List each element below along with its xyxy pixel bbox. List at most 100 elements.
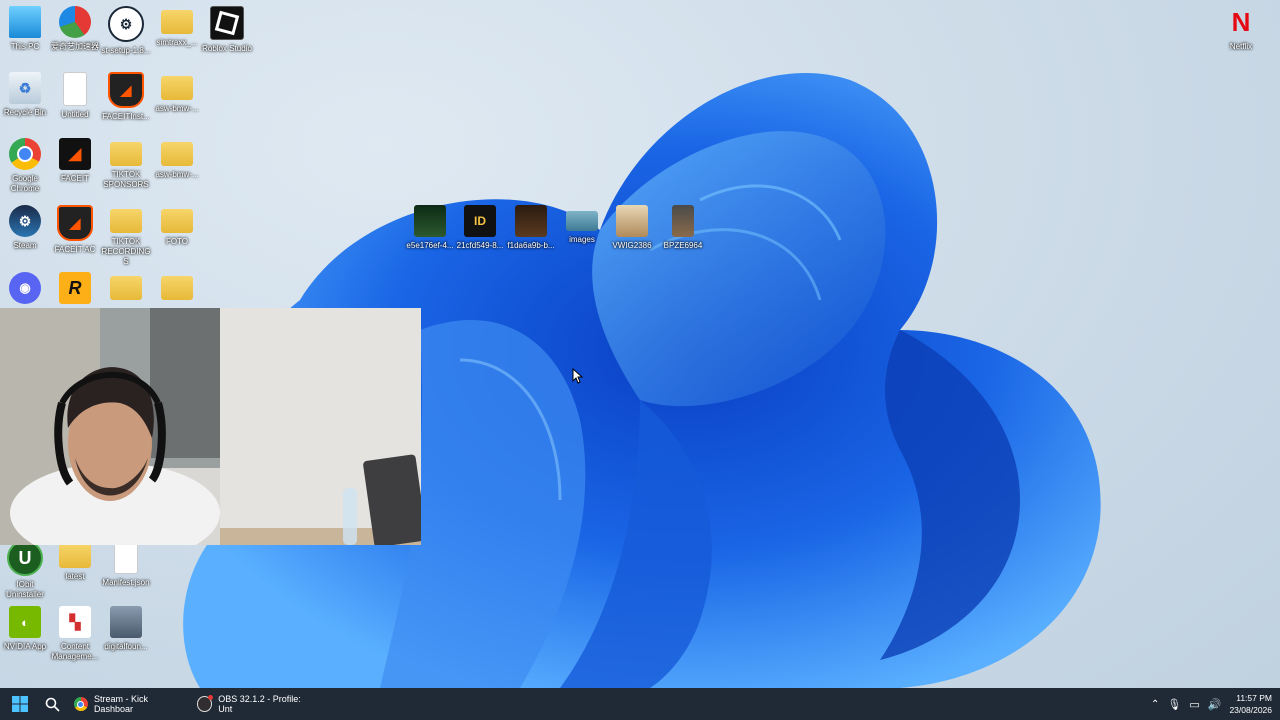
desktop-icon-tiktok-sponsors[interactable]: TIKTOK SPONSORS — [101, 138, 151, 190]
icon-label: Google Chrome — [10, 174, 40, 193]
faceit-icon: ◢ — [59, 138, 91, 170]
image-icon: ID — [464, 205, 496, 237]
icon-label: This PC — [10, 42, 40, 51]
icon-label: Netflix — [1229, 42, 1253, 51]
folder-icon — [161, 142, 193, 166]
desktop-icon-netflix[interactable]: N Netflix — [1216, 6, 1266, 52]
desktop-icon-this-pc[interactable]: This PC — [0, 6, 50, 52]
icon-label: st-setup-1.8... — [101, 46, 151, 55]
folder-icon — [110, 276, 142, 300]
document-icon — [63, 72, 87, 106]
icon-label: f1da6a9b-b... — [507, 241, 555, 250]
folder-icon — [59, 544, 91, 568]
icon-label: IObit Uninstaller — [6, 580, 44, 599]
icon-label: TIKTOK RECORDINGS — [101, 237, 151, 266]
desktop-icon-bpze6964[interactable]: BPZE6964 — [658, 205, 708, 251]
desktop-icon-images[interactable]: images — [557, 205, 607, 245]
desktop-icon-content-manager[interactable]: ▚ Content Manageme... — [50, 606, 100, 662]
clock-time: 11:57 PM — [1236, 693, 1272, 703]
icon-label: asw-bmw-... — [155, 170, 199, 179]
desktop-icon-folder-a[interactable] — [101, 272, 151, 300]
desktop-icon-untitled[interactable]: Untitled — [50, 72, 100, 120]
document-icon — [114, 540, 138, 574]
taskbar-app-chrome[interactable]: Stream - Kick Dashboar — [74, 688, 189, 720]
icon-label: simtraxx_... — [156, 38, 198, 47]
network-icon[interactable]: ▭ — [1189, 698, 1199, 711]
chevron-up-icon[interactable]: ⌃ — [1151, 699, 1159, 710]
webcam-feed — [0, 308, 421, 545]
icon-label: asw-bmw-... — [155, 104, 199, 113]
desktop-icon-manifest-json[interactable]: Manifest.json — [101, 540, 151, 588]
start-button[interactable] — [0, 688, 40, 720]
folder-icon — [110, 142, 142, 166]
desktop-icon-vwig2386[interactable]: VWIG2386 — [607, 205, 657, 251]
image-icon — [672, 205, 694, 237]
steam-setup-icon: ⚙ — [108, 6, 144, 42]
microphone-icon[interactable]: 🎙 — [1167, 698, 1181, 711]
desktop-icon-e5e176ef[interactable]: e5e176ef-4... — [405, 205, 455, 251]
folder-icon — [110, 209, 142, 233]
desktop-icon-steam[interactable]: ⚙ Steam — [0, 205, 50, 251]
desktop-icon-foto[interactable]: FOTO — [152, 205, 202, 247]
folder-icon — [161, 209, 193, 233]
icon-label: NVIDIA App — [3, 642, 47, 651]
desktop-icon-simtraxx[interactable]: simtraxx_... — [152, 6, 202, 48]
icon-label: 21cfd549-8... — [456, 241, 504, 250]
desktop-icon-faceit-ac[interactable]: ◢ FACEIT AC — [50, 205, 100, 255]
desktop-icon-asw-bmw-2[interactable]: asw-bmw-... — [152, 138, 202, 180]
faceit-ac-icon: ◢ — [108, 72, 144, 108]
desktop-icon-steam-setup[interactable]: ⚙ st-setup-1.8... — [101, 6, 151, 56]
steam-icon: ⚙ — [9, 205, 41, 237]
system-tray: ⌃ 🎙 ▭ 🔊 11:57 PM 23/08/2026 — [1151, 688, 1272, 720]
desktop-icon-nvidia-app[interactable]: ◐ NVIDIA App — [0, 606, 50, 652]
obs-icon — [197, 695, 214, 712]
search-icon — [45, 697, 60, 712]
icon-label: latest — [65, 572, 85, 581]
desktop-icon-app[interactable]: 爱奇艺加速器 — [50, 6, 100, 52]
clock[interactable]: 11:57 PM 23/08/2026 — [1229, 692, 1272, 716]
desktop-icon-google-chrome[interactable]: Google Chrome — [0, 138, 50, 194]
desktop-icon-iobit-uninstaller[interactable]: U IObit Uninstaller — [0, 540, 50, 600]
desktop-icon-recycle-bin[interactable]: ♻ Recycle Bin — [0, 72, 50, 118]
desktop-icon-latest[interactable]: latest — [50, 540, 100, 582]
desktop-icon-tiktok-recordings[interactable]: TIKTOK RECORDINGS — [101, 205, 151, 267]
rockstar-icon: R — [59, 272, 91, 304]
desktop-icon-rockstar[interactable]: R — [50, 272, 100, 304]
desktop-icon-digitalfoundry[interactable]: digitalfoun... — [101, 606, 151, 652]
icon-label: FOTO — [165, 237, 189, 246]
icon-label: FACEIT AC — [54, 245, 96, 254]
search-button[interactable] — [40, 688, 64, 720]
desktop-icon-21cfd549[interactable]: ID 21cfd549-8... — [455, 205, 505, 251]
icon-label: FACEITInst... — [102, 112, 150, 121]
taskbar-app-label: Stream - Kick Dashboar — [93, 694, 148, 714]
icon-label: 爱奇艺加速器 — [51, 42, 99, 51]
volume-icon[interactable]: 🔊 — [1208, 698, 1222, 711]
taskbar: Stream - Kick Dashboar OBS 32.1.2 - Prof… — [0, 688, 1280, 720]
desktop-icon-faceit-installer[interactable]: ◢ FACEITInst... — [101, 72, 151, 122]
desktop-icon-faceit[interactable]: ◢ FACEIT — [50, 138, 100, 184]
clock-date: 23/08/2026 — [1229, 705, 1272, 715]
discord-icon: ◉ — [9, 272, 41, 304]
webcam-overlay — [0, 308, 421, 545]
icon-label: Content Manageme... — [51, 642, 99, 661]
icon-label: Recycle Bin — [3, 108, 47, 117]
image-icon — [616, 205, 648, 237]
icon-label: FACEIT — [60, 174, 89, 183]
monitor-icon — [9, 6, 41, 38]
icon-label: BPZE6964 — [663, 241, 703, 250]
iobit-icon: U — [7, 540, 43, 576]
desktop-icon-roblox-studio[interactable]: Roblox Studio — [202, 6, 252, 54]
desktop-icon-asw-bmw-1[interactable]: asw-bmw-... — [152, 72, 202, 114]
desktop-icon-f1da6a9b[interactable]: f1da6a9b-b... — [506, 205, 556, 251]
desktop-icon-folder-b[interactable] — [152, 272, 202, 300]
chrome-icon — [9, 138, 41, 170]
taskbar-app-obs[interactable]: OBS 32.1.2 - Profile: Unt — [197, 688, 312, 720]
chrome-icon — [74, 697, 88, 711]
folder-icon — [161, 276, 193, 300]
desktop-icon-discord[interactable]: ◉ — [0, 272, 50, 304]
mouse-cursor — [572, 368, 584, 384]
windows-icon — [12, 696, 28, 712]
icon-label: VWIG2386 — [612, 241, 652, 250]
image-icon — [110, 606, 142, 638]
icon-label: images — [569, 235, 595, 244]
